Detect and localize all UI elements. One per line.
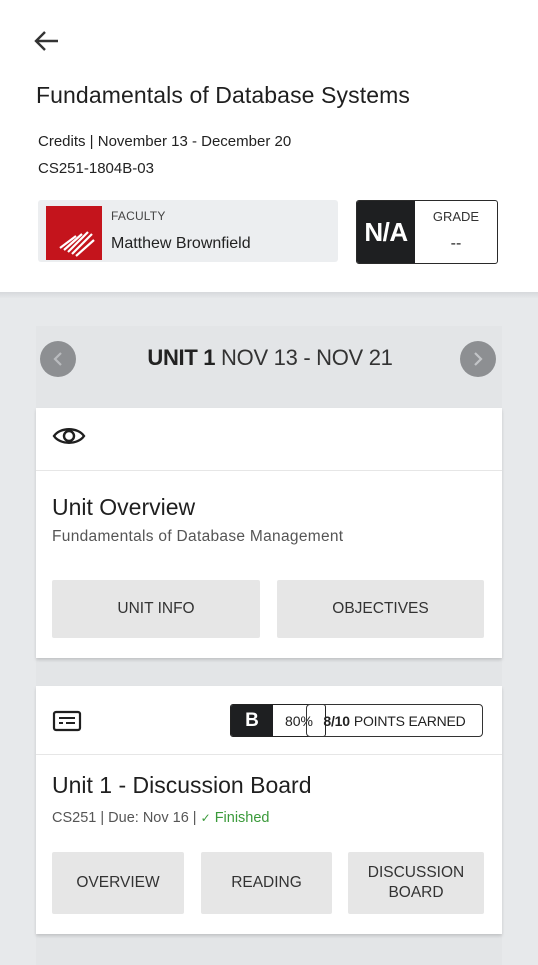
grade-display: --	[450, 235, 462, 252]
unit-number: UNIT 1	[147, 345, 216, 370]
course-code: CS251-1804B-03	[38, 160, 154, 177]
chevron-right-icon	[474, 352, 483, 366]
unit-title: UNIT 1 NOV 13 - NOV 21	[80, 345, 460, 371]
points-label: POINTS EARNED	[353, 712, 466, 729]
discussion-meta: CS251 | Due: Nov 16 | ✓ Finished	[52, 810, 270, 826]
unit-overview-card: Unit Overview Fundamentals of Database M…	[36, 408, 502, 658]
chevron-left-icon	[53, 352, 62, 366]
faculty-label: FACULTY	[111, 209, 166, 223]
prev-unit-button[interactable]	[40, 341, 76, 377]
faculty-name: Matthew Brownfield	[111, 235, 251, 252]
back-button[interactable]	[32, 28, 62, 54]
arrow-left-icon	[34, 31, 58, 51]
grade-badge: N/A GRADE --	[356, 200, 498, 264]
grade-label: GRADE	[432, 209, 480, 224]
points-earned-badge: 8/10 POINTS EARNED	[306, 704, 483, 737]
card-divider	[36, 754, 502, 755]
objectives-button[interactable]: OBJECTIVES	[277, 580, 484, 638]
header-divider	[0, 292, 538, 298]
unit-overview-title: Unit Overview	[52, 494, 196, 520]
faculty-card[interactable]: FACULTY Matthew Brownfield	[38, 200, 338, 262]
faculty-logo	[46, 206, 102, 260]
card-divider	[36, 470, 502, 471]
next-unit-button[interactable]	[460, 341, 496, 377]
unit-info-button[interactable]: UNIT INFO	[52, 580, 260, 638]
discussion-board-button[interactable]: DISCUSSION BOARD	[348, 852, 484, 914]
check-icon: ✓	[200, 811, 211, 825]
course-title: Fundamentals of Database Systems	[36, 82, 410, 108]
points-value: 8/10	[323, 712, 350, 729]
course-credits-dates: Credits | November 13 - December 20	[38, 133, 292, 150]
eye-icon	[52, 428, 86, 444]
discussion-meta-text: CS251 | Due: Nov 16 |	[52, 810, 201, 826]
overview-button[interactable]: OVERVIEW	[52, 852, 184, 914]
unit-overview-subtitle: Fundamentals of Database Management	[52, 528, 344, 545]
unit-dates: NOV 13 - NOV 21	[221, 345, 393, 370]
document-icon	[52, 710, 82, 732]
reading-button[interactable]: READING	[201, 852, 332, 914]
discussion-title: Unit 1 - Discussion Board	[52, 772, 312, 798]
score-letter: B	[231, 705, 273, 736]
status-finished: Finished	[214, 810, 270, 826]
discussion-board-card: B 80% 8/10 POINTS EARNED Unit 1 - Discuss…	[36, 686, 502, 934]
grade-value: N/A	[357, 201, 415, 263]
course-header: Fundamentals of Database Systems Credits…	[0, 0, 538, 296]
